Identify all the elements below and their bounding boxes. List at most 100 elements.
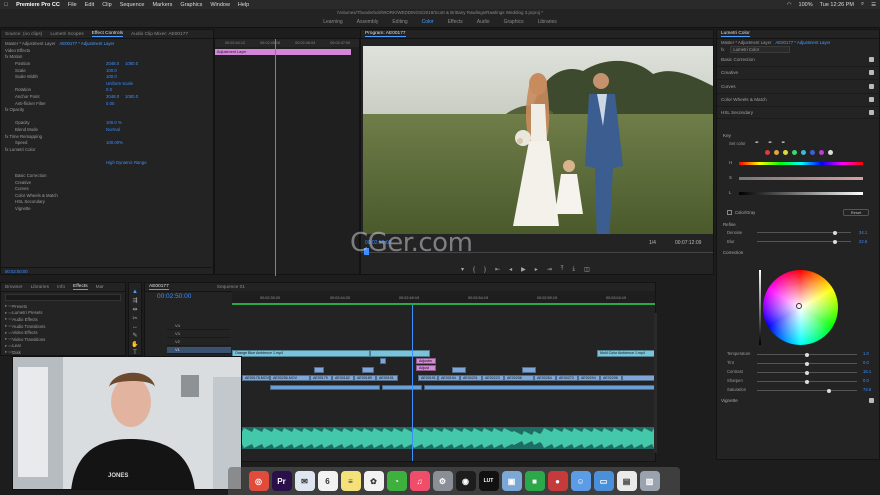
ec-row[interactable]: Color Wheels & Match xyxy=(1,192,213,199)
refine-label[interactable]: Refine xyxy=(723,222,736,227)
go-to-out-icon[interactable]: ⇥ xyxy=(547,266,552,273)
tab-effect-controls[interactable]: Effect Controls xyxy=(91,31,124,37)
clip-ae00182[interactable]: AE00182 xyxy=(332,375,354,381)
ec-row-value[interactable]: 2048.0 xyxy=(106,94,119,99)
ec-row[interactable]: fx Motion xyxy=(1,54,213,61)
eyedropper-icon[interactable]: ✒ xyxy=(755,140,759,146)
ec-row[interactable]: Blend Mode Normal xyxy=(1,126,213,133)
photos-icon[interactable]: ✿ xyxy=(363,471,384,491)
menu-list-icon[interactable]: ☰ xyxy=(871,2,876,8)
lumetri-sequence-label[interactable]: AE00177 * Adjustment Layer xyxy=(775,40,830,45)
sequence-label[interactable]: AE00177 * Adjustment Layer xyxy=(59,41,114,46)
ec-row[interactable]: Position 2048.0 1080.0 xyxy=(1,60,213,67)
effects-folder-item[interactable]: ▸ ▭ Disk xyxy=(1,349,125,356)
notes-icon[interactable]: ≡ xyxy=(340,471,361,491)
track-label-v2[interactable]: V2 xyxy=(175,339,180,344)
program-title[interactable]: Program: AE00177 xyxy=(365,31,406,37)
swatch-magenta[interactable] xyxy=(819,150,824,155)
correction-slider-value[interactable]: 1.0 xyxy=(863,351,869,356)
workspace-editing[interactable]: Editing xyxy=(392,19,407,25)
ec-row[interactable]: Anchor Point 2048.0 1080.0 xyxy=(1,93,213,100)
wifi-icon[interactable]: ◠ xyxy=(787,2,792,8)
lumetri-section[interactable]: Curves xyxy=(717,80,879,94)
lumetri-section-checkbox[interactable] xyxy=(869,83,874,89)
slip-tool-icon[interactable]: ↔ xyxy=(132,324,138,330)
correction-slider-track[interactable] xyxy=(757,370,857,375)
tab-browser[interactable]: Browser xyxy=(5,285,23,290)
tab-lumetri-color[interactable]: Lumetri Color xyxy=(721,31,750,37)
ec-row-value[interactable]: 100.00% xyxy=(106,140,123,145)
effects-folder-item[interactable]: ▸ ▭ Audio Transitions xyxy=(1,323,125,330)
correction-slider-value[interactable]: 0.0 xyxy=(863,378,869,383)
swatch-blue[interactable] xyxy=(810,150,815,155)
ec-row[interactable]: Basic Correction xyxy=(1,172,213,179)
lightness-slider[interactable] xyxy=(739,192,863,195)
ec-row-value[interactable]: 100.0 % xyxy=(106,120,122,125)
saturation-slider[interactable] xyxy=(739,177,863,180)
clip-v1-end[interactable] xyxy=(622,375,655,381)
effects-folder-item[interactable]: ▸ ▭ Video Effects xyxy=(1,329,125,336)
tab-lumetri-scopes[interactable]: Lumetri Scopes xyxy=(50,32,83,37)
ec-row[interactable]: Curves xyxy=(1,185,213,192)
eyedropper-add-icon[interactable]: ✒ xyxy=(768,140,772,146)
tab-effects[interactable]: Effects xyxy=(73,284,88,290)
workspace-libraries[interactable]: Libraries xyxy=(538,19,557,25)
spotify-icon[interactable]: ◉ xyxy=(455,471,476,491)
ec-row[interactable]: fx Time Remapping xyxy=(1,133,213,140)
blur-knob[interactable] xyxy=(833,239,837,244)
menu-sequence[interactable]: Sequence xyxy=(120,2,145,8)
ec-row-value-2[interactable]: 1080.0 xyxy=(125,94,138,99)
wheel-luma-slider[interactable] xyxy=(759,270,761,345)
ec-row[interactable]: Scale Width 100.0 xyxy=(1,73,213,80)
ec-row[interactable]: Creative xyxy=(1,179,213,186)
lumetri-section-checkbox[interactable] xyxy=(869,56,874,62)
clip-adjustment-1[interactable]: Adjustm xyxy=(416,358,436,364)
track-label-v3[interactable]: V3 xyxy=(175,331,180,336)
ec-row[interactable]: High Dynamic Range xyxy=(1,159,213,166)
tab-audio-clip-mixer[interactable]: Audio Clip Mixer: AE00177 xyxy=(131,32,188,37)
clip-small-1[interactable] xyxy=(314,367,324,373)
clip-ambience-segment[interactable] xyxy=(370,350,430,357)
menu-markers[interactable]: Markers xyxy=(152,2,172,8)
clip-ae00256-b[interactable]: AE00256 xyxy=(504,375,534,381)
ec-row[interactable] xyxy=(1,166,213,173)
app-name[interactable]: Premiere Pro CC xyxy=(16,2,60,8)
menu-clip[interactable]: Clip xyxy=(102,2,111,8)
ec-row-value[interactable]: 0.0 xyxy=(106,87,112,92)
clip-ae00294[interactable]: AE00294 xyxy=(578,375,600,381)
menu-window[interactable]: Window xyxy=(210,2,230,8)
effects-folder-item[interactable]: ▸ ▭ Audio Effects xyxy=(1,316,125,323)
ec-row-value[interactable]: 2048.0 xyxy=(106,61,119,66)
tab-info[interactable]: Info xyxy=(57,285,65,290)
clip-ae00179[interactable]: AE00179 xyxy=(310,375,332,381)
workspace-audio[interactable]: Audio xyxy=(477,19,490,25)
correction-slider-knob[interactable] xyxy=(805,361,809,366)
clip-ae00194[interactable]: AE00194 xyxy=(438,375,460,381)
swatch-cyan[interactable] xyxy=(801,150,806,155)
ec-row-value[interactable]: Uniform Scale xyxy=(106,81,133,86)
clip-small-5[interactable] xyxy=(522,367,536,373)
clip-ae00191-mov[interactable]: AE00191.MOV xyxy=(418,375,438,381)
correction-label[interactable]: Correction xyxy=(723,250,743,255)
clip-ae00201[interactable]: AE00201 xyxy=(460,375,482,381)
track-label-v4[interactable]: V4 xyxy=(175,323,180,328)
folder-icon[interactable]: ▭ xyxy=(593,471,614,491)
lumetri-section-checkbox[interactable] xyxy=(869,70,874,76)
lumetri-master-label[interactable]: Master * Adjustment Layer xyxy=(721,40,771,45)
timeline-playhead[interactable] xyxy=(412,305,413,461)
wheel-handle[interactable] xyxy=(796,303,802,309)
clip-adjustment-2[interactable]: Adjust xyxy=(416,365,436,371)
effects-folder-item[interactable]: ▸ ▭ Video Transitions xyxy=(1,336,125,343)
lumetri-section-checkbox[interactable] xyxy=(869,110,874,115)
lumetri-effect-select[interactable]: Lumetri Color xyxy=(730,46,791,53)
lumetri-section-checkbox[interactable] xyxy=(869,97,874,103)
ec-row-value-2[interactable]: 1080.0 xyxy=(125,61,138,66)
correction-slider-knob[interactable] xyxy=(827,388,831,393)
add-marker-icon[interactable]: ▾ xyxy=(461,266,464,273)
lumetri-section[interactable]: Creative xyxy=(717,67,879,80)
lift-icon[interactable]: ⤒ xyxy=(561,266,564,273)
messages-icon[interactable]: ◔ xyxy=(386,471,407,491)
timeline-ruler[interactable]: 00:02:39:20 00:02:44:20 00:02:49:19 00:0… xyxy=(232,291,655,305)
ec-row[interactable]: Uniform Scale xyxy=(1,80,213,87)
correction-slider-knob[interactable] xyxy=(805,352,809,357)
